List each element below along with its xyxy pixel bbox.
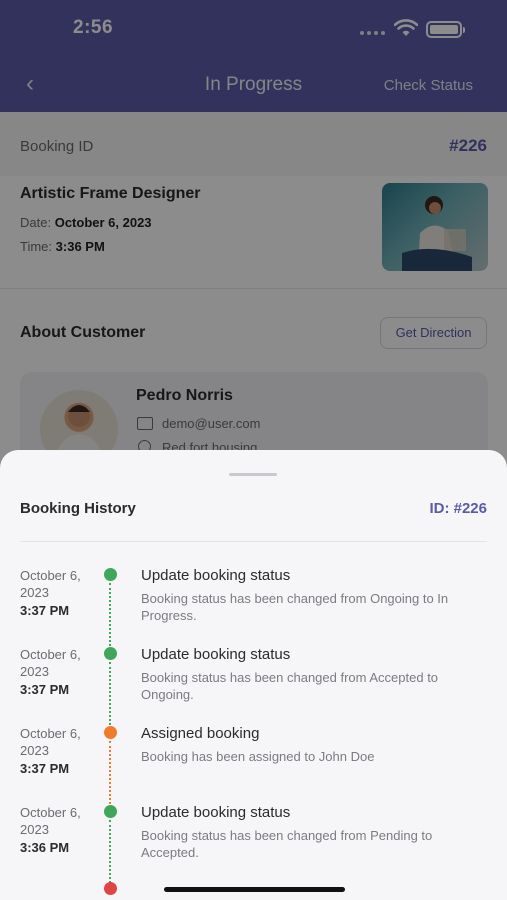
history-title: Update booking status <box>141 646 291 663</box>
history-date: October 6, 2023 <box>20 568 81 600</box>
history-status-dot <box>104 726 117 739</box>
history-time: 3:37 PM <box>20 682 70 697</box>
history-date: October 6, 2023 <box>20 805 81 837</box>
history-time: 3:37 PM <box>20 603 70 618</box>
history-status-dot <box>104 647 117 660</box>
timeline-connector <box>109 583 111 646</box>
history-item: October 6, 2023 3:36 PM Update booking s… <box>0 804 507 883</box>
timeline-connector <box>109 741 111 804</box>
history-status-dot <box>104 882 117 895</box>
home-indicator[interactable] <box>164 887 345 892</box>
history-status-dot <box>104 805 117 818</box>
history-item: October 6, 2023 3:37 PM Update booking s… <box>0 567 507 646</box>
booking-history-sheet: Booking History ID: #226 October 6, 2023… <box>0 450 507 900</box>
history-title: Update booking status <box>141 804 291 821</box>
sheet-title: Booking History <box>20 500 136 517</box>
history-date: October 6, 2023 <box>20 647 81 679</box>
sheet-divider <box>20 541 487 542</box>
history-time: 3:37 PM <box>20 761 70 776</box>
history-title: Assigned booking <box>141 725 260 742</box>
history-description: Booking status has been changed from Pen… <box>141 828 433 860</box>
history-description: Booking status has been changed from Acc… <box>141 670 439 702</box>
history-description: Booking has been assigned to John Doe <box>141 749 375 764</box>
history-item: October 6, 2023 3:37 PM Assigned booking… <box>0 725 507 804</box>
sheet-drag-handle[interactable] <box>229 473 277 476</box>
history-time: 3:36 PM <box>20 840 70 855</box>
timeline-connector <box>109 820 111 883</box>
history-title: Update booking status <box>141 567 291 584</box>
history-status-dot <box>104 568 117 581</box>
history-item: October 6, 2023 3:37 PM Update booking s… <box>0 646 507 725</box>
timeline-connector <box>109 662 111 725</box>
history-date: October 6, 2023 <box>20 726 81 758</box>
sheet-booking-id: ID: #226 <box>429 500 487 517</box>
history-description: Booking status has been changed from Ong… <box>141 591 449 623</box>
